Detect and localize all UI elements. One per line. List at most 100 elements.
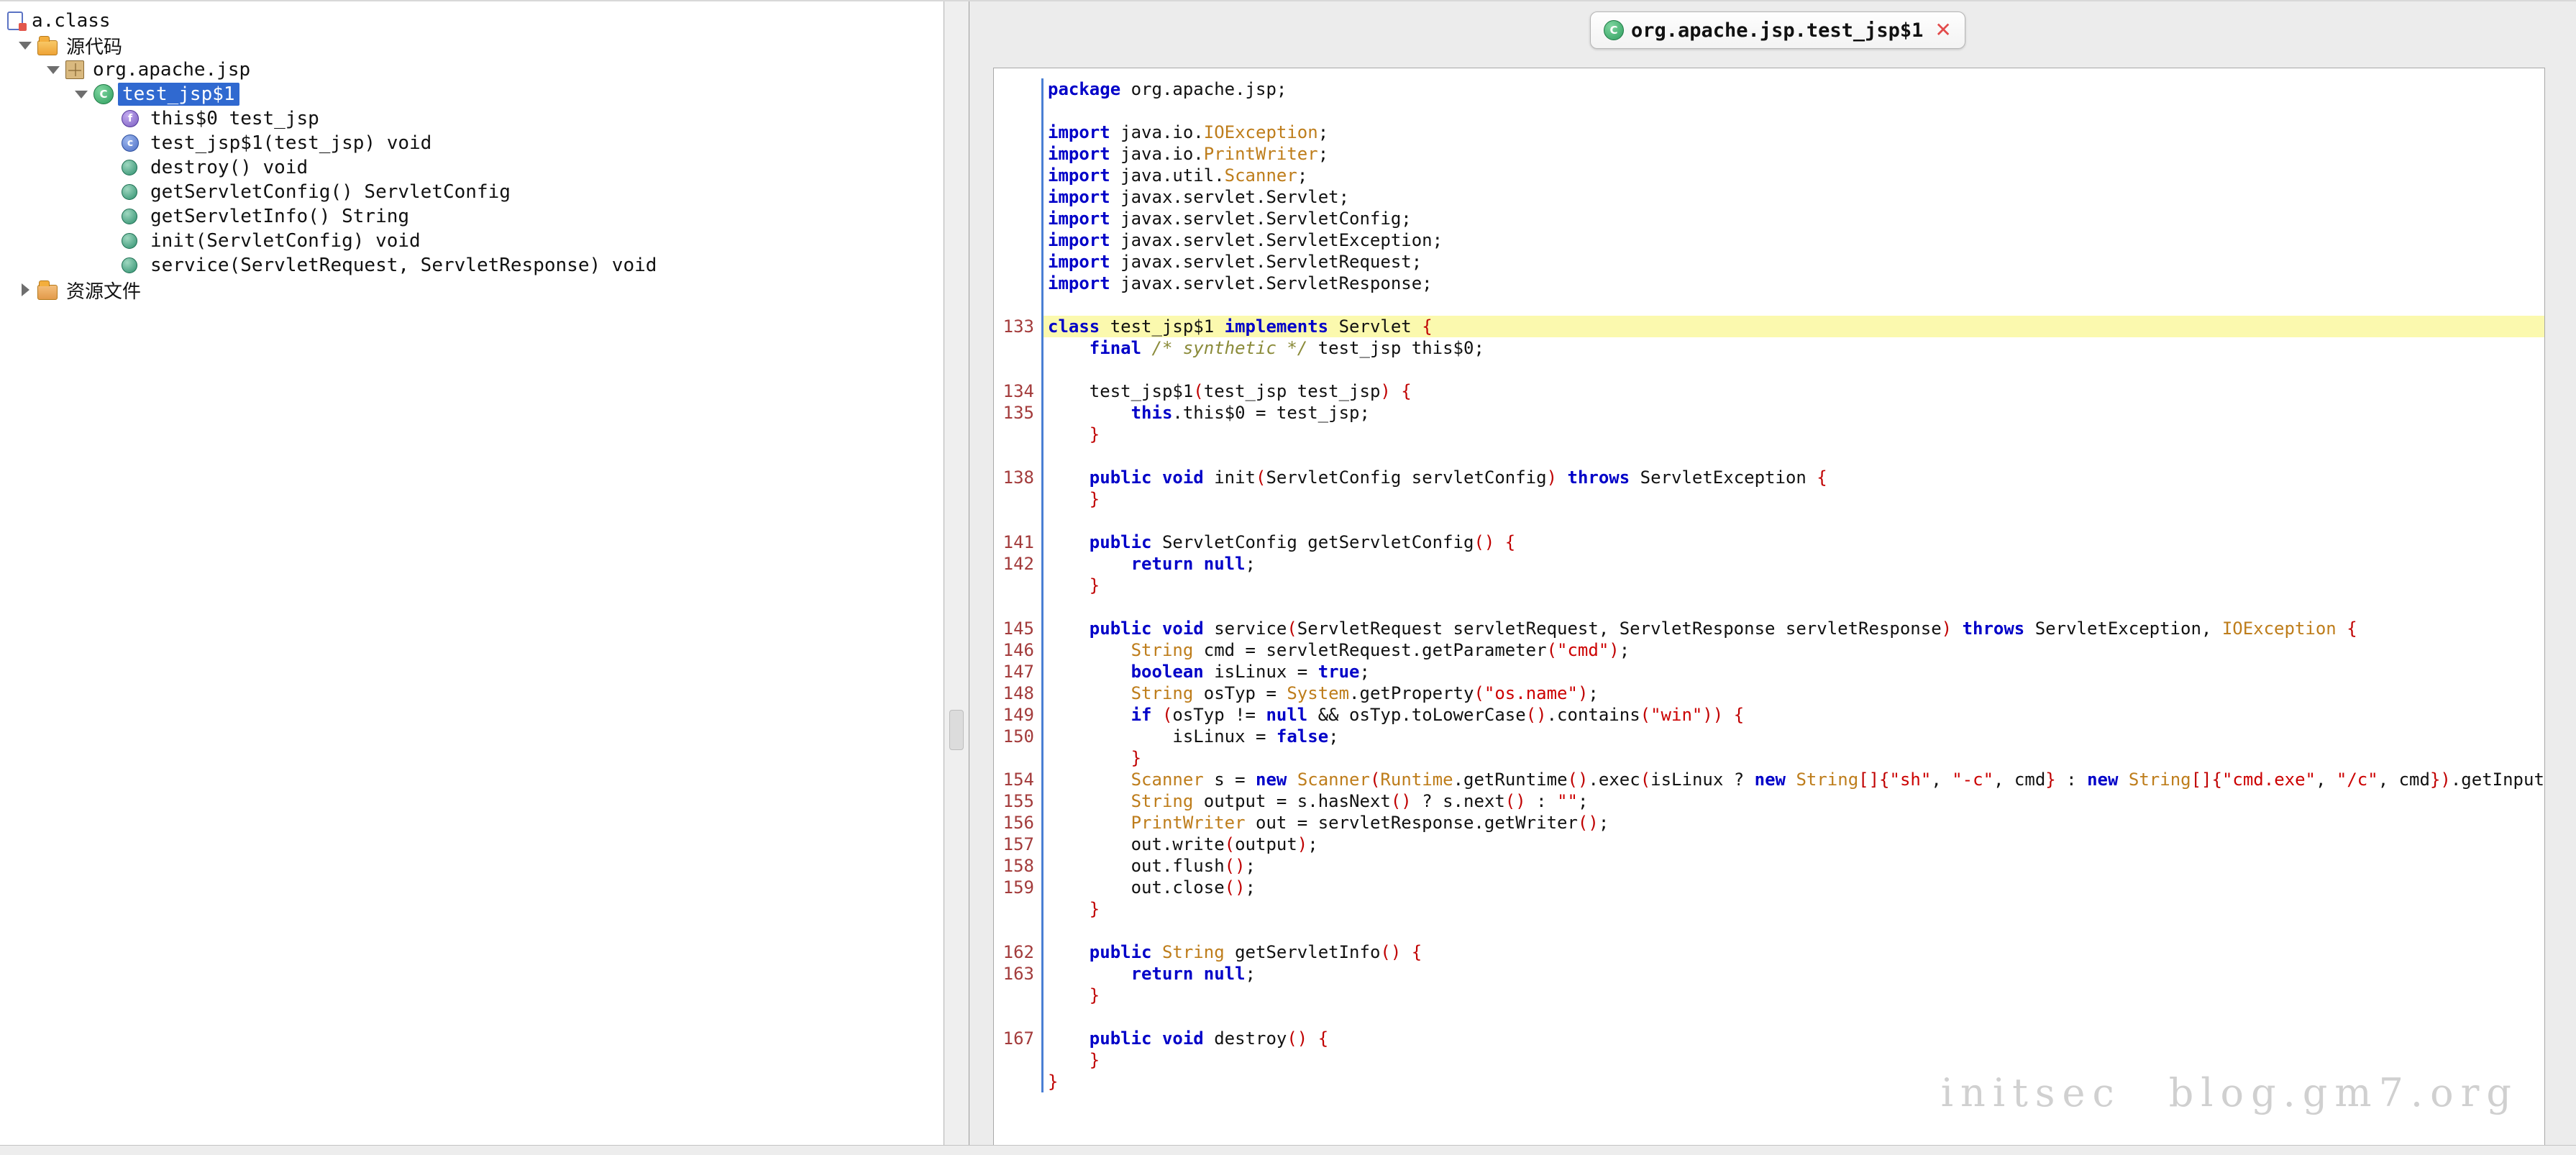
code-line[interactable]: 163 return null; [994, 963, 2544, 985]
panel-splitter[interactable] [945, 1, 969, 1146]
code-line[interactable]: import javax.servlet.ServletConfig; [994, 208, 2544, 229]
code-line[interactable]: import javax.servlet.Servlet; [994, 186, 2544, 208]
code-line[interactable]: } [994, 898, 2544, 920]
line-number: 155 [994, 790, 1041, 812]
code-text: import javax.servlet.ServletRequest; [1041, 251, 2544, 273]
code-line[interactable]: } [994, 488, 2544, 510]
code-line[interactable]: 159 out.close(); [994, 877, 2544, 898]
code-text: class test_jsp$1 implements Servlet { [1041, 316, 2544, 337]
code-line[interactable]: 142 return null; [994, 553, 2544, 575]
decompiler-window: a.class源代码org.apache.jspCtest_jsp$1fthis… [0, 0, 2576, 1155]
code-text: import javax.servlet.ServletConfig; [1041, 208, 2544, 229]
code-line[interactable]: import java.util.Scanner; [994, 165, 2544, 186]
code-line[interactable]: import javax.servlet.ServletResponse; [994, 273, 2544, 294]
code-line[interactable] [994, 100, 2544, 122]
project-tree: a.class源代码org.apache.jspCtest_jsp$1fthis… [0, 1, 944, 302]
line-number: 159 [994, 877, 1041, 898]
tree-item-4[interactable]: fthis$0 test_jsp [0, 106, 944, 131]
code-line[interactable]: import javax.servlet.ServletException; [994, 229, 2544, 251]
code-line[interactable]: import java.io.IOException; [994, 122, 2544, 143]
code-line[interactable]: 147 boolean isLinux = true; [994, 661, 2544, 682]
code-text: String output = s.hasNext() ? s.next() :… [1041, 790, 2544, 812]
code-text: public String getServletInfo() { [1041, 941, 2544, 963]
code-line[interactable]: } [994, 1049, 2544, 1071]
code-text [1041, 294, 2544, 316]
code-line[interactable]: 138 public void init(ServletConfig servl… [994, 467, 2544, 488]
tree-item-label: 源代码 [62, 32, 127, 60]
line-number [994, 898, 1041, 920]
code-editor[interactable]: package org.apache.jsp; import java.io.IO… [993, 68, 2545, 1146]
tree-item-8[interactable]: getServletInfo() String [0, 204, 944, 229]
code-line[interactable]: 141 public ServletConfig getServletConfi… [994, 531, 2544, 553]
code-line[interactable] [994, 1006, 2544, 1028]
tree-item-6[interactable]: destroy() void [0, 155, 944, 180]
line-number [994, 78, 1041, 100]
code-line[interactable] [994, 294, 2544, 316]
code-line[interactable] [994, 920, 2544, 941]
line-number: 154 [994, 769, 1041, 790]
tab-label: org.apache.jsp.test_jsp$1 [1631, 19, 1923, 42]
line-number [994, 294, 1041, 316]
code-line[interactable]: } [994, 424, 2544, 445]
code-line[interactable]: 134 test_jsp$1(test_jsp test_jsp) { [994, 380, 2544, 402]
code-line[interactable]: 145 public void service(ServletRequest s… [994, 618, 2544, 639]
code-line[interactable]: 154 Scanner s = new Scanner(Runtime.getR… [994, 769, 2544, 790]
line-number [994, 186, 1041, 208]
code-line[interactable]: 148 String osTyp = System.getProperty("o… [994, 682, 2544, 704]
tree-item-9[interactable]: init(ServletConfig) void [0, 229, 944, 253]
tree-item-7[interactable]: getServletConfig() ServletConfig [0, 180, 944, 204]
line-number [994, 100, 1041, 122]
method-icon [122, 257, 137, 273]
line-number: 157 [994, 834, 1041, 855]
code-text: out.close(); [1041, 877, 2544, 898]
tree-item-3[interactable]: Ctest_jsp$1 [0, 82, 944, 106]
code-line[interactable]: 133class test_jsp$1 implements Servlet { [994, 316, 2544, 337]
tree-item-0[interactable]: a.class [0, 9, 944, 33]
code-text: } [1041, 424, 2544, 445]
code-line[interactable] [994, 445, 2544, 467]
splitter-handle[interactable] [949, 710, 964, 750]
code-line[interactable]: } [994, 575, 2544, 596]
line-number: 146 [994, 639, 1041, 661]
code-text [1041, 1006, 2544, 1028]
collapse-arrow-icon[interactable] [41, 58, 65, 82]
line-number: 158 [994, 855, 1041, 877]
line-number [994, 1071, 1041, 1092]
code-line[interactable]: package org.apache.jsp; [994, 78, 2544, 100]
line-number [994, 165, 1041, 186]
code-line[interactable]: 150 isLinux = false; [994, 726, 2544, 747]
collapse-arrow-icon[interactable] [69, 82, 93, 106]
code-line[interactable]: } [994, 747, 2544, 769]
code-line[interactable]: import java.io.PrintWriter; [994, 143, 2544, 165]
code-line[interactable]: 156 PrintWriter out = servletResponse.ge… [994, 812, 2544, 834]
tree-panel: a.class源代码org.apache.jspCtest_jsp$1fthis… [0, 1, 944, 1146]
code-line[interactable]: final /* synthetic */ test_jsp this$0; [994, 337, 2544, 359]
tree-item-2[interactable]: org.apache.jsp [0, 58, 944, 82]
code-line[interactable]: 162 public String getServletInfo() { [994, 941, 2544, 963]
code-line[interactable] [994, 596, 2544, 618]
code-text: public void init(ServletConfig servletCo… [1041, 467, 2544, 488]
line-number: 148 [994, 682, 1041, 704]
tree-item-10[interactable]: service(ServletRequest, ServletResponse)… [0, 253, 944, 278]
folder-src-icon [37, 40, 58, 55]
code-line[interactable]: 155 String output = s.hasNext() ? s.next… [994, 790, 2544, 812]
expand-arrow-icon[interactable] [13, 278, 37, 302]
tab-org-apache-jsp-test-jsp[interactable]: C org.apache.jsp.test_jsp$1 ✕ [1590, 12, 1965, 49]
code-line[interactable]: 149 if (osTyp != null && osTyp.toLowerCa… [994, 704, 2544, 726]
tree-item-1[interactable]: 源代码 [0, 33, 944, 58]
code-line[interactable]: 135 this.this$0 = test_jsp; [994, 402, 2544, 424]
code-line[interactable]: 167 public void destroy() { [994, 1028, 2544, 1049]
code-line[interactable] [994, 359, 2544, 380]
close-icon[interactable]: ✕ [1935, 20, 1951, 40]
code-line[interactable]: } [994, 985, 2544, 1006]
tree-item-label: getServletInfo() String [146, 205, 414, 228]
code-line[interactable]: 158 out.flush(); [994, 855, 2544, 877]
collapse-arrow-icon[interactable] [13, 33, 37, 58]
code-line[interactable]: 146 String cmd = servletRequest.getParam… [994, 639, 2544, 661]
code-line[interactable] [994, 510, 2544, 531]
code-line[interactable]: 157 out.write(output); [994, 834, 2544, 855]
code-line[interactable]: import javax.servlet.ServletRequest; [994, 251, 2544, 273]
tree-item-5[interactable]: ctest_jsp$1(test_jsp) void [0, 131, 944, 155]
method-icon [122, 233, 137, 249]
tree-item-11[interactable]: 资源文件 [0, 278, 944, 302]
